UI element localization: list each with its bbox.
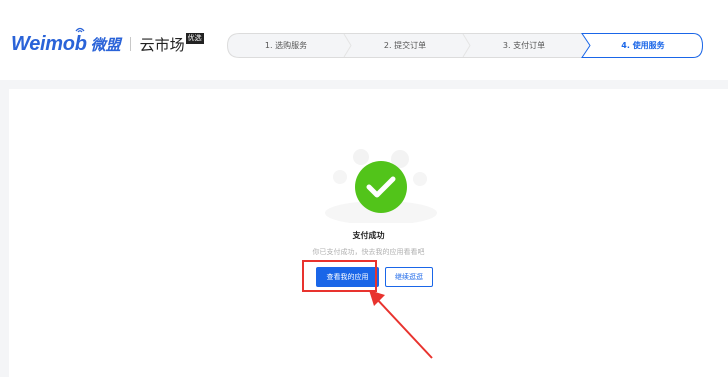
logo-divider: [129, 37, 131, 51]
result-card: 支付成功 你已支付成功，快去我的应用看看吧 查看我的应用 继续逛逛: [9, 89, 728, 377]
success-illustration: [325, 149, 437, 223]
view-my-apps-button[interactable]: 查看我的应用: [316, 267, 379, 287]
logo-weimob-cn: 微盟: [90, 35, 121, 54]
step-4: 4. 使用服务: [621, 41, 665, 50]
wifi-icon: [75, 27, 85, 33]
success-title: 支付成功: [352, 231, 385, 240]
success-check-icon: [355, 161, 407, 213]
step-3: 3. 支付订单: [502, 41, 546, 50]
logo-weimob-text: Weimob: [11, 32, 87, 55]
continue-browsing-button[interactable]: 继续逛逛: [385, 267, 433, 287]
checkout-steps: 1. 选购服务 2. 提交订单 3. 支付订单 4. 使用服务: [227, 33, 703, 58]
step-1: 1. 选购服务: [264, 41, 308, 50]
top-header: Weimob 微盟 云市场 优选 1. 选购服务 2. 提交订单 3. 支付订单…: [0, 0, 728, 80]
success-subtitle: 你已支付成功，快去我的应用看看吧: [312, 248, 425, 256]
step-2: 2. 提交订单: [383, 41, 427, 50]
brand-logo[interactable]: Weimob 微盟 云市场 优选: [11, 27, 204, 58]
preferred-badge: 优选: [185, 32, 204, 44]
cloud-market-title: 云市场: [139, 35, 185, 54]
